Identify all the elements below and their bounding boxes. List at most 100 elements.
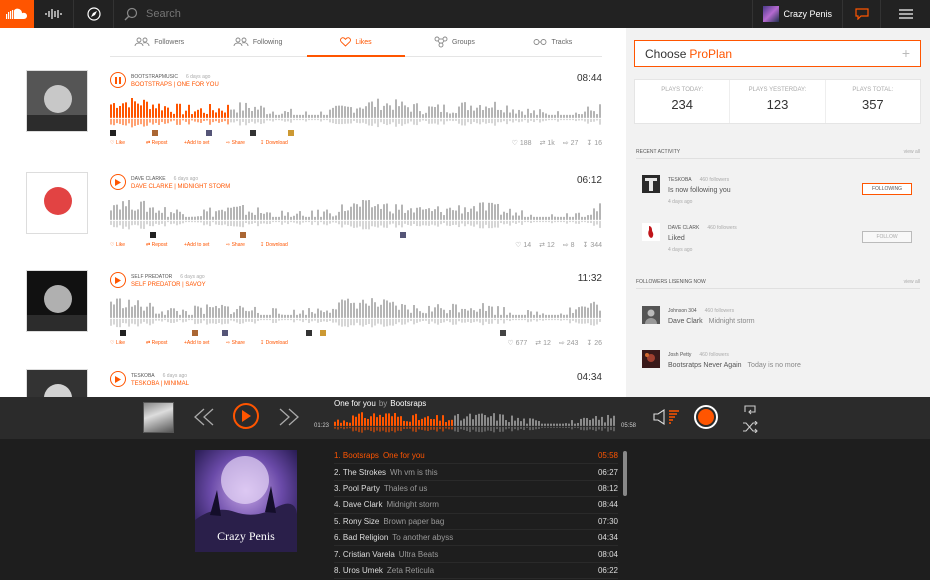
comment-avatar[interactable] xyxy=(206,130,212,136)
share-button[interactable]: ⇨ Share xyxy=(226,340,245,346)
share-button[interactable]: ⇨ Share xyxy=(226,140,245,146)
queue-item[interactable]: 5. Rony Size Brown paper bag 07:30 xyxy=(334,514,618,530)
download-button[interactable]: ↧ Download xyxy=(260,242,288,248)
tab-likes[interactable]: Likes xyxy=(306,28,406,57)
comment-avatar[interactable] xyxy=(120,330,126,336)
queue-item[interactable]: 3. Pool Party Thales of us 08:12 xyxy=(334,481,618,498)
search-bar[interactable] xyxy=(114,0,752,28)
queue-duration: 07:30 xyxy=(597,516,618,526)
track-artist[interactable]: TESKOBA 6 days ago xyxy=(131,373,187,379)
track-play-button[interactable] xyxy=(110,272,126,288)
track-artist[interactable]: SELF PREDATOR 6 days ago xyxy=(131,274,205,280)
menu-button[interactable] xyxy=(880,0,930,28)
like-button[interactable]: ♡ Like xyxy=(110,340,125,346)
next-button[interactable] xyxy=(278,408,300,431)
stat-label: PLAYS TOTAL: xyxy=(852,87,894,93)
volume-control[interactable] xyxy=(653,408,681,430)
listener-name[interactable]: Josh Petty xyxy=(668,352,691,358)
queue-artist: Dave Clark xyxy=(342,500,383,510)
queue-item[interactable]: 4. Dave Clark Midnight storm 08:44 xyxy=(334,497,618,514)
track-waveform[interactable] xyxy=(110,98,602,130)
track-play-button[interactable] xyxy=(110,174,126,190)
queue-item[interactable]: 1. Bootsraps One for you 05:58 xyxy=(334,448,618,465)
comment-avatar[interactable] xyxy=(500,330,506,336)
add-to-set-button[interactable]: +Add to set xyxy=(184,340,209,346)
download-button[interactable]: ↧ Download xyxy=(260,340,288,346)
now-playing-artist[interactable]: Bootsraps xyxy=(390,399,426,408)
track-artist[interactable]: BOOTSTRAPMUSIC 6 days ago xyxy=(131,74,210,80)
comment-avatar[interactable] xyxy=(222,330,228,336)
comment-avatar[interactable] xyxy=(320,330,326,336)
track-play-button[interactable] xyxy=(110,72,126,88)
likes-value: 14 xyxy=(523,242,532,249)
tab-followers[interactable]: Followers xyxy=(110,28,208,56)
tab-following[interactable]: Following xyxy=(208,28,306,56)
track-cover[interactable] xyxy=(26,270,88,332)
activity-user-name[interactable]: TESKOBA xyxy=(668,177,692,183)
track-title[interactable]: TESKOBA | MINIMAL xyxy=(131,381,189,387)
following-button[interactable]: FOLLOWING xyxy=(862,183,912,195)
add-to-set-button[interactable]: +Add to set xyxy=(184,242,209,248)
queue-item[interactable]: 7. Cristian Varela Ultra Beats 08:04 xyxy=(334,546,618,563)
pro-plan-banner[interactable]: Choose ProPlan + xyxy=(634,40,921,67)
shuffle-button[interactable] xyxy=(742,420,758,438)
queue-artist: Pool Party xyxy=(342,483,380,493)
messages-button[interactable] xyxy=(842,0,880,28)
queue-item[interactable]: 8. Uros Umek Zeta Reticula 06:22 xyxy=(334,563,618,580)
user-menu[interactable]: Crazy Penis xyxy=(752,0,842,28)
listener-track[interactable]: Bootsratps Never Again Today is no more xyxy=(668,362,801,369)
track-title[interactable]: DAVE CLARKE | MIDNIGHT STORM xyxy=(131,184,230,190)
track-cover[interactable] xyxy=(26,172,88,234)
repost-button[interactable]: ⇄ Repost xyxy=(146,340,167,346)
comment-avatar[interactable] xyxy=(152,130,158,136)
track-play-button[interactable] xyxy=(110,371,126,387)
listener-track[interactable]: Dave Clark Midnight storm xyxy=(668,318,755,325)
tab-tracks[interactable]: Tracks xyxy=(504,28,602,56)
repost-label: Repost xyxy=(151,242,168,248)
download-button[interactable]: ↧ Download xyxy=(260,140,288,146)
comment-avatar[interactable] xyxy=(306,330,312,336)
record-button[interactable] xyxy=(694,405,718,429)
repeat-button[interactable] xyxy=(742,403,758,421)
previous-button[interactable] xyxy=(193,408,215,431)
comment-avatar[interactable] xyxy=(110,130,116,136)
view-all-link[interactable]: view all xyxy=(904,279,920,285)
plus-icon[interactable]: + xyxy=(902,45,910,61)
comment-avatar[interactable] xyxy=(400,232,406,238)
comment-avatar[interactable] xyxy=(192,330,198,336)
queue-scrollbar[interactable] xyxy=(623,451,627,496)
queue-item[interactable]: 2. The Strokes Wh vm is this 06:27 xyxy=(334,464,618,481)
repost-button[interactable]: ⇄ Repost xyxy=(146,140,167,146)
queue-list: 1. Bootsraps One for you 05:58 2. The Strok… xyxy=(334,448,618,580)
comment-avatar[interactable] xyxy=(150,232,156,238)
stream-waveform-button[interactable] xyxy=(34,0,74,28)
search-input[interactable] xyxy=(146,8,446,20)
comment-avatar[interactable] xyxy=(240,232,246,238)
now-playing-cover[interactable] xyxy=(143,402,174,433)
track-cover[interactable] xyxy=(26,70,88,132)
track-cover[interactable] xyxy=(26,369,88,397)
queue-item[interactable]: 6. Bad Religion To another abyss 04:34 xyxy=(334,530,618,547)
repost-button[interactable]: ⇄ Repost xyxy=(146,242,167,248)
track-title[interactable]: SELF PREDATOR | SAVOY xyxy=(131,282,206,288)
comment-avatar[interactable] xyxy=(288,130,294,136)
play-pause-button[interactable] xyxy=(233,403,259,429)
track-artist[interactable]: DAVE CLARKE 6 days ago xyxy=(131,176,198,182)
explore-button[interactable] xyxy=(74,0,114,28)
tab-groups[interactable]: Groups xyxy=(405,28,503,56)
activity-user-name[interactable]: DAVE CLARK xyxy=(668,225,699,231)
track-waveform[interactable] xyxy=(110,298,602,330)
main-feed: Followers Following Likes Groups Tracks xyxy=(0,28,626,397)
track-waveform[interactable] xyxy=(110,200,602,232)
comment-avatar[interactable] xyxy=(250,130,256,136)
follow-button[interactable]: FOLLOW xyxy=(862,231,912,243)
soundcloud-logo-icon[interactable] xyxy=(0,0,34,28)
listener-name[interactable]: Johnson 304 xyxy=(668,308,697,314)
view-all-link[interactable]: view all xyxy=(904,149,920,155)
like-button[interactable]: ♡ Like xyxy=(110,140,125,146)
track-title[interactable]: BOOTSTRAPS | ONE FOR YOU xyxy=(131,82,219,88)
share-button[interactable]: ⇨ Share xyxy=(226,242,245,248)
add-to-set-button[interactable]: +Add to set xyxy=(184,140,209,146)
like-button[interactable]: ♡ Like xyxy=(110,242,125,248)
player-waveform[interactable] xyxy=(334,411,618,435)
